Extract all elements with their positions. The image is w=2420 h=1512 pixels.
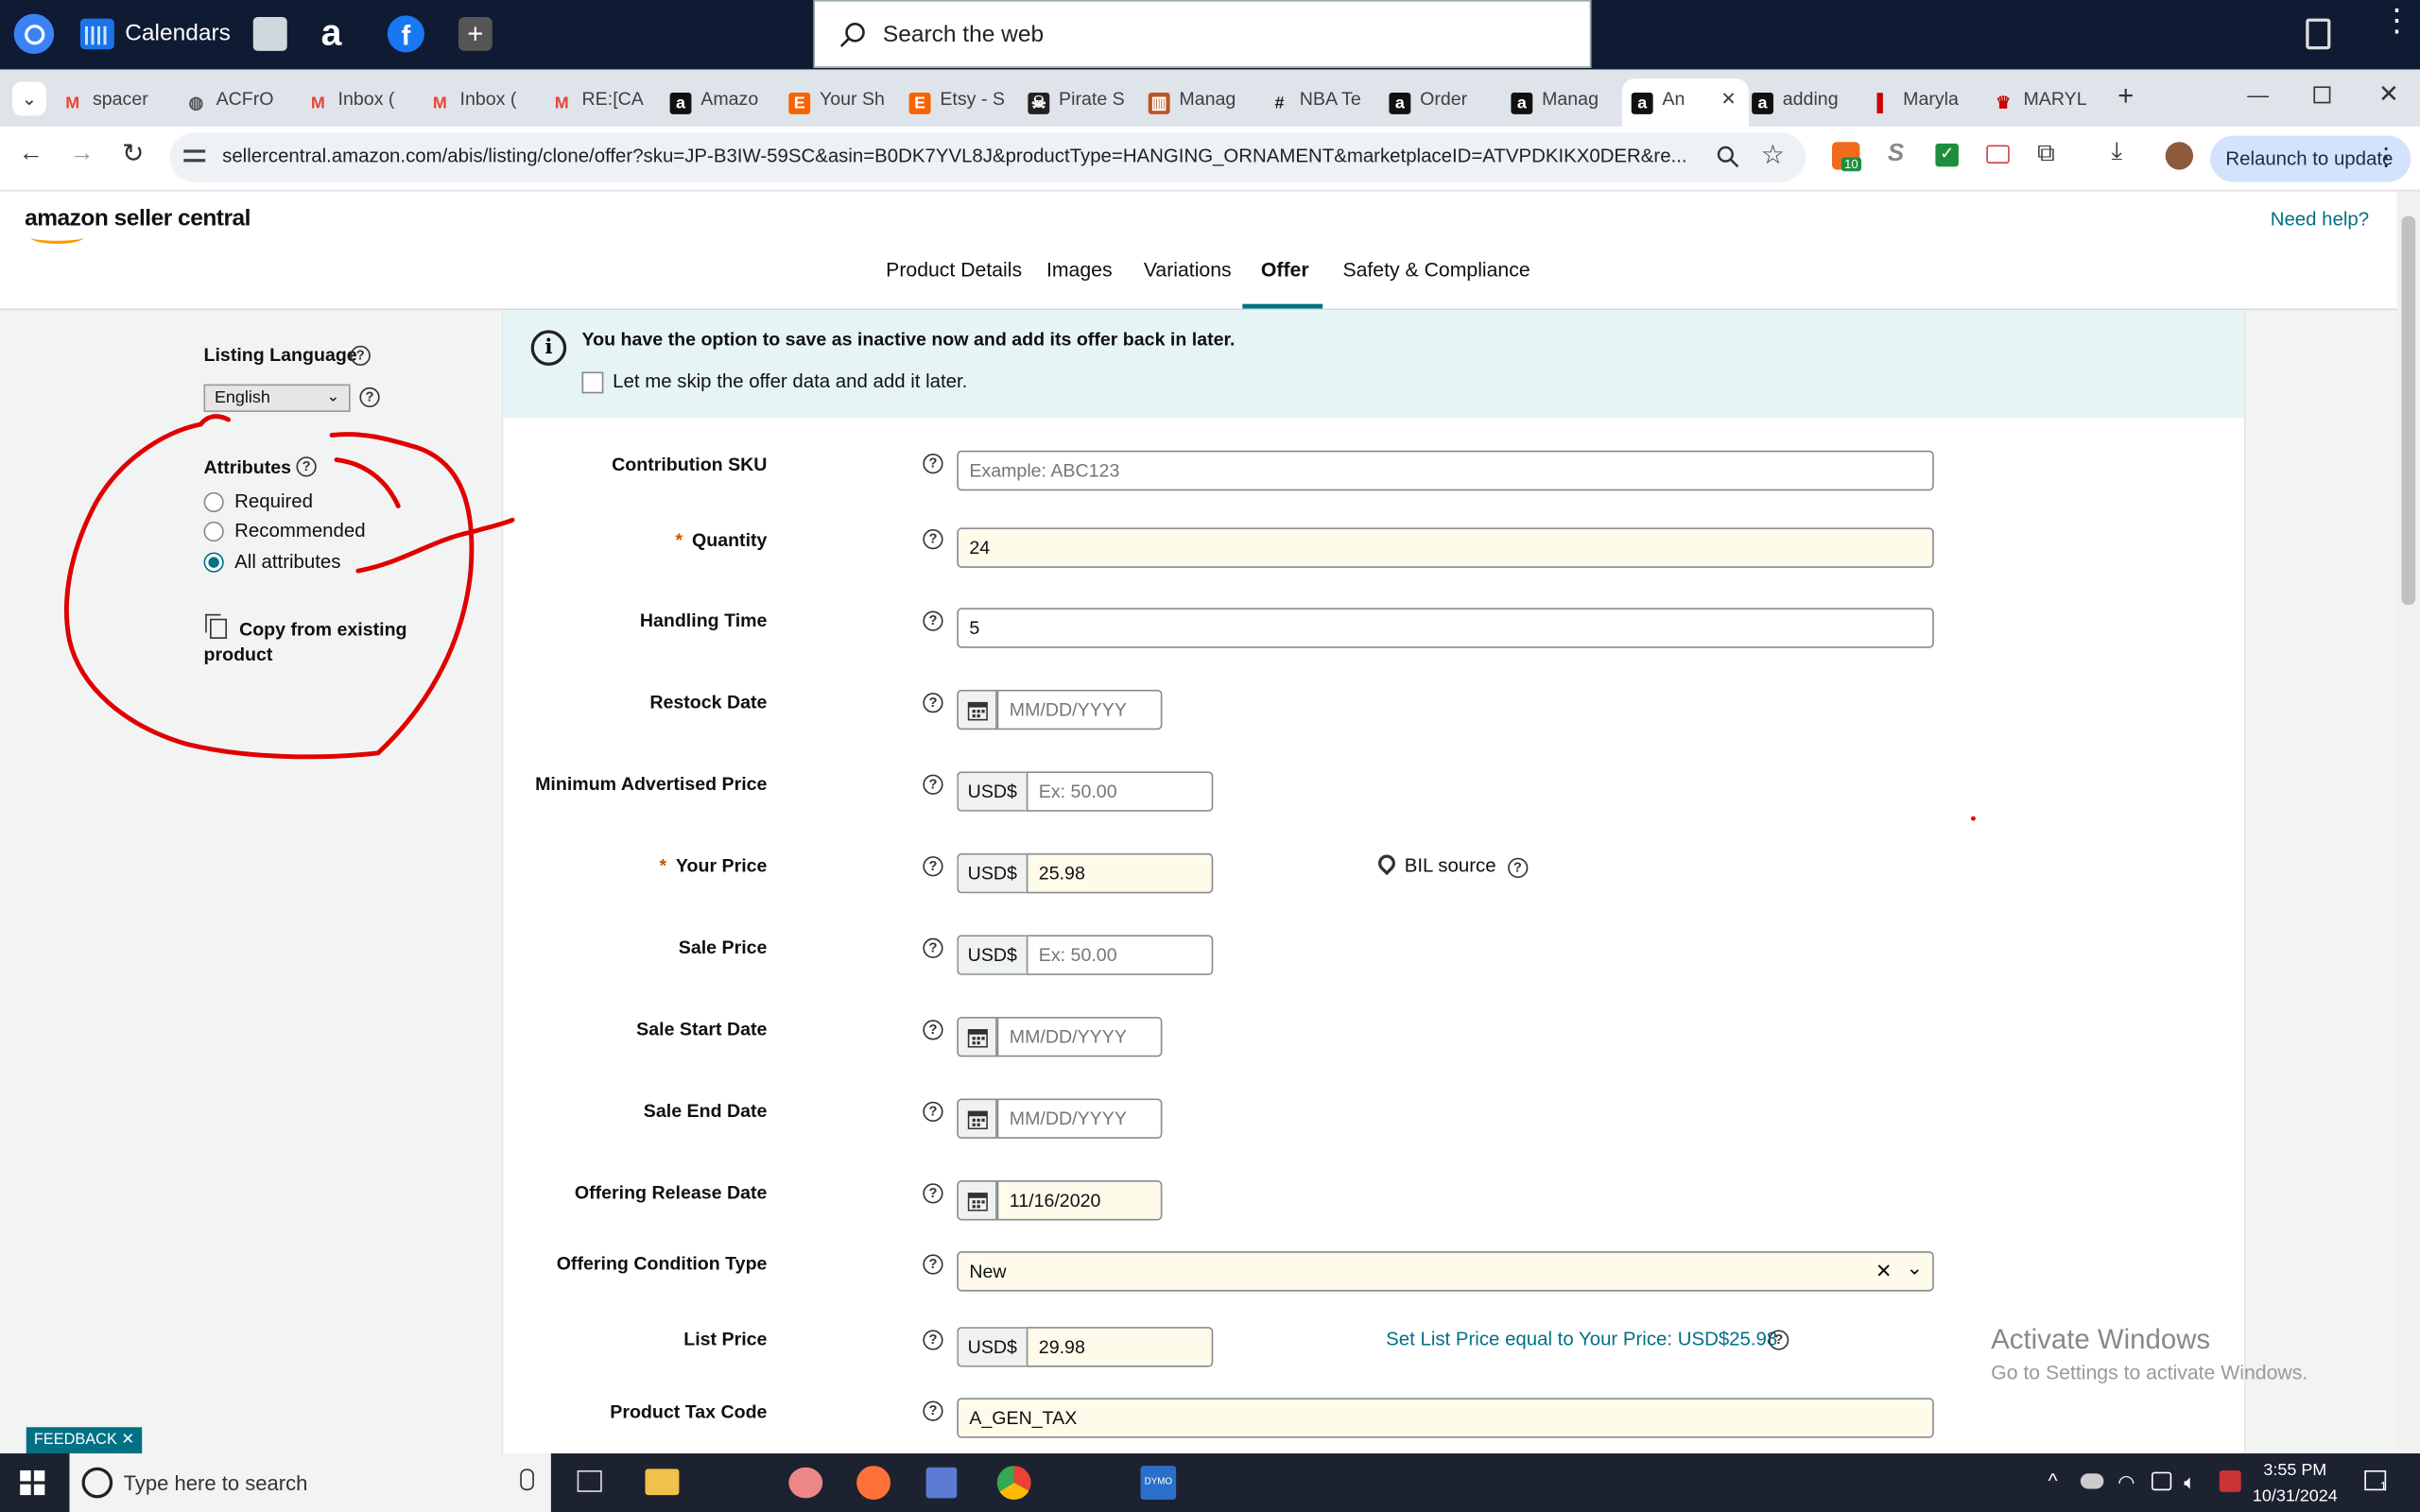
clock-date[interactable]: 10/31/2024	[2250, 1487, 2340, 1506]
scrollbar-thumb[interactable]	[2401, 215, 2416, 606]
cortana-ring-icon	[81, 1467, 113, 1499]
battery-icon[interactable]	[2151, 1471, 2172, 1491]
close-icon[interactable]: ✕	[121, 1432, 134, 1449]
firefox-icon[interactable]	[856, 1466, 891, 1500]
paint-icon[interactable]	[788, 1467, 823, 1499]
file-explorer-icon[interactable]	[645, 1469, 680, 1496]
activate-windows-subtitle: Go to Settings to activate Windows.	[1991, 1361, 2308, 1384]
notepad-app-icon[interactable]	[925, 1467, 958, 1499]
microphone-icon[interactable]	[520, 1469, 534, 1491]
activate-windows-title: Activate Windows	[1991, 1323, 2211, 1355]
dropbox-tray-icon[interactable]	[2219, 1469, 2241, 1492]
taskbar-search-box[interactable]: Type here to search	[69, 1453, 551, 1512]
windows-taskbar: Type here to search DYMO ^ ◠ 🔈︎ 3:55 PM …	[0, 1453, 2420, 1512]
wifi-icon[interactable]: ◠	[2118, 1470, 2135, 1495]
notifications-icon[interactable]: 1	[2364, 1469, 2387, 1493]
red-circle-annotation	[63, 414, 515, 760]
feedback-button[interactable]: FEEDBACK ✕	[26, 1427, 143, 1454]
task-view-icon[interactable]	[577, 1469, 602, 1492]
clock-time[interactable]: 3:55 PM	[2263, 1461, 2328, 1480]
chrome-icon[interactable]	[996, 1466, 1031, 1500]
onedrive-icon[interactable]	[2080, 1473, 2104, 1489]
windows-start-icon[interactable]	[20, 1469, 45, 1496]
show-hidden-icons-chevron[interactable]: ^	[2048, 1469, 2058, 1491]
dymo-connect-icon[interactable]: DYMO	[1140, 1466, 1177, 1500]
volume-icon[interactable]: 🔈︎	[2184, 1470, 2196, 1495]
taskbar-search-placeholder: Type here to search	[123, 1471, 308, 1496]
